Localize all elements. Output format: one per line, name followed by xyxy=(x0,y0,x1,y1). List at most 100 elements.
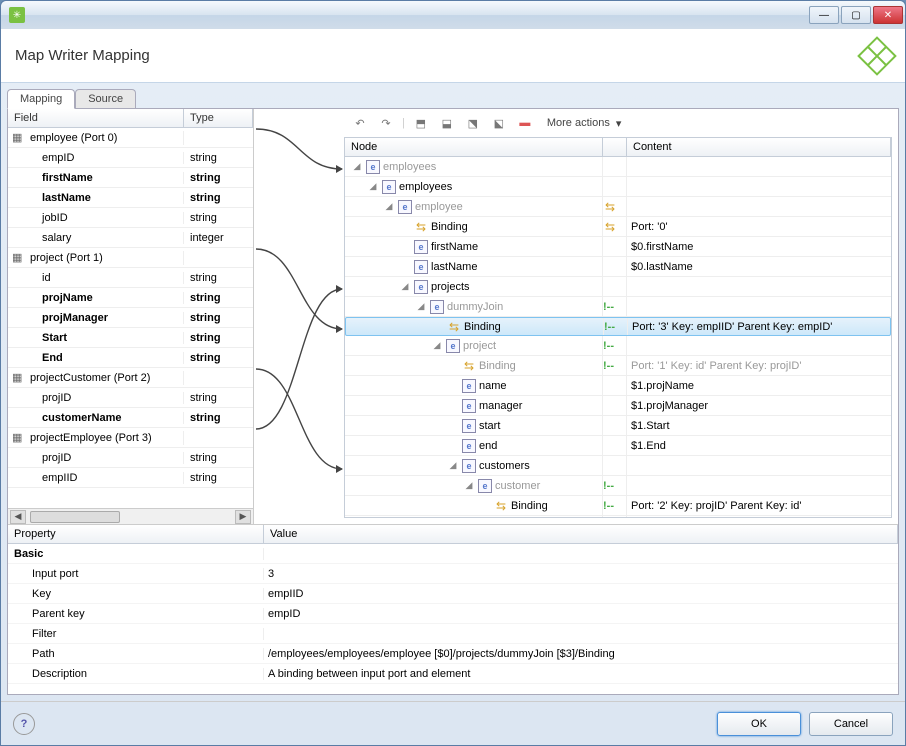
col-property[interactable]: Property xyxy=(8,525,264,543)
prop-row[interactable]: DescriptionA binding between input port … xyxy=(8,664,898,684)
add-child-icon[interactable]: ⬒ xyxy=(411,113,431,133)
col-content[interactable]: Content xyxy=(627,138,891,156)
port-row[interactable]: ▦projectCustomer (Port 2) xyxy=(8,368,253,388)
tree-twisty-icon[interactable]: ◢ xyxy=(351,161,363,172)
field-label: projID xyxy=(42,452,71,464)
field-row[interactable]: customerNamestring xyxy=(8,408,253,428)
field-row[interactable]: lastNamestring xyxy=(8,188,253,208)
add-binding-icon[interactable]: ⬔ xyxy=(463,113,483,133)
tree-twisty-icon[interactable]: ◢ xyxy=(463,480,475,491)
field-label: id xyxy=(42,272,51,284)
node-label: manager xyxy=(479,400,522,412)
field-row[interactable]: Startstring xyxy=(8,328,253,348)
field-type: string xyxy=(184,332,221,344)
add-attr-icon[interactable]: ⬕ xyxy=(489,113,509,133)
tree-pane: ↶ ↷ | ⬒ ⬓ ⬔ ⬕ ▬ More actions ▾ xyxy=(344,109,898,524)
tree-row[interactable]: estart$1.Start xyxy=(345,416,891,436)
tree-row[interactable]: ◢ecustomers xyxy=(345,456,891,476)
field-row[interactable]: projNamestring xyxy=(8,288,253,308)
field-row[interactable]: jobIDstring xyxy=(8,208,253,228)
prop-label: Parent key xyxy=(8,608,264,620)
node-label: employee xyxy=(415,201,463,213)
more-actions-menu[interactable]: More actions ▾ xyxy=(541,117,628,130)
warning-icon: !-- xyxy=(603,340,614,352)
port-row[interactable]: ▦project (Port 1) xyxy=(8,248,253,268)
ok-button[interactable]: OK xyxy=(717,712,801,736)
node-label: name xyxy=(479,380,507,392)
col-type[interactable]: Type xyxy=(184,109,253,127)
titlebar[interactable]: ✳ — ▢ ✕ xyxy=(1,1,905,29)
node-content: $1.End xyxy=(627,440,891,452)
warning-icon: !-- xyxy=(603,301,614,313)
tree-row[interactable]: ◢edummyJoin!-- xyxy=(345,297,891,317)
element-icon: e xyxy=(462,419,476,433)
add-sibling-icon[interactable]: ⬓ xyxy=(437,113,457,133)
prop-row[interactable]: Filter xyxy=(8,624,898,644)
undo-icon[interactable]: ↶ xyxy=(350,113,370,133)
tree-row[interactable]: ⇆Binding!--Port: '3' Key: empIID' Parent… xyxy=(345,317,891,336)
field-row[interactable]: projIDstring xyxy=(8,448,253,468)
tree-row[interactable]: eend$1.End xyxy=(345,436,891,456)
tree-row[interactable]: ◢eemployees xyxy=(345,177,891,197)
tree-row[interactable]: ◢ecustomer!-- xyxy=(345,476,891,496)
prop-row[interactable]: Path/employees/employees/employee [$0]/p… xyxy=(8,644,898,664)
tree-row[interactable]: ⇆Binding!--Port: '2' Key: projID' Parent… xyxy=(345,496,891,516)
tree-row[interactable]: ⇆Binding⇆Port: '0' xyxy=(345,217,891,237)
prop-row[interactable]: Input port3 xyxy=(8,564,898,584)
field-type: string xyxy=(184,152,217,164)
tree-row[interactable]: ◢eproject!-- xyxy=(345,336,891,356)
h-scrollbar[interactable]: ◀ ▶ xyxy=(8,508,253,524)
field-row[interactable]: idstring xyxy=(8,268,253,288)
prop-row[interactable]: KeyempIID xyxy=(8,584,898,604)
tree-twisty-icon[interactable]: ◢ xyxy=(431,340,443,351)
maximize-button[interactable]: ▢ xyxy=(841,6,871,24)
tree-row[interactable]: ◢eemployee⇆ xyxy=(345,197,891,217)
port-row[interactable]: ▦employee (Port 0) xyxy=(8,128,253,148)
tree-row[interactable]: ◢eemployees xyxy=(345,157,891,177)
element-icon: e xyxy=(398,200,412,214)
remove-icon[interactable]: ▬ xyxy=(515,113,535,133)
warning-icon: !-- xyxy=(604,321,615,333)
prop-label: Description xyxy=(8,668,264,680)
col-value[interactable]: Value xyxy=(264,525,898,543)
tree-twisty-icon[interactable]: ◢ xyxy=(447,460,459,471)
field-row[interactable]: projIDstring xyxy=(8,388,253,408)
field-row[interactable]: projManagerstring xyxy=(8,308,253,328)
tree-row[interactable]: ⇆Binding!--Port: '1' Key: id' Parent Key… xyxy=(345,356,891,376)
binding-icon: ⇆ xyxy=(462,359,476,373)
scroll-thumb[interactable] xyxy=(30,511,120,523)
tab-mapping[interactable]: Mapping xyxy=(7,89,75,109)
redo-icon[interactable]: ↷ xyxy=(376,113,396,133)
tab-source[interactable]: Source xyxy=(75,89,136,109)
field-type: string xyxy=(184,472,217,484)
cancel-button[interactable]: Cancel xyxy=(809,712,893,736)
field-type: string xyxy=(184,412,221,424)
scroll-right-icon[interactable]: ▶ xyxy=(235,510,251,524)
tree-twisty-icon[interactable]: ◢ xyxy=(383,201,395,212)
tree-twisty-icon[interactable]: ◢ xyxy=(399,281,411,292)
port-row[interactable]: ▦projectEmployee (Port 3) xyxy=(8,428,253,448)
field-row[interactable]: salaryinteger xyxy=(8,228,253,248)
tree-row[interactable]: emanager$1.projManager xyxy=(345,396,891,416)
col-field[interactable]: Field xyxy=(8,109,184,127)
field-row[interactable]: Endstring xyxy=(8,348,253,368)
field-row[interactable]: firstNamestring xyxy=(8,168,253,188)
tree-twisty-icon[interactable]: ◢ xyxy=(367,181,379,192)
tree-row[interactable]: ename$1.projName xyxy=(345,376,891,396)
minimize-button[interactable]: — xyxy=(809,6,839,24)
dialog-window: ✳ — ▢ ✕ Map Writer Mapping Mapping Sourc… xyxy=(0,0,906,746)
scroll-left-icon[interactable]: ◀ xyxy=(10,510,26,524)
tree-row[interactable]: elastName$0.lastName xyxy=(345,257,891,277)
prop-row[interactable]: Parent keyempID xyxy=(8,604,898,624)
field-row[interactable]: empIDstring xyxy=(8,148,253,168)
tree-twisty-icon[interactable]: ◢ xyxy=(415,301,427,312)
field-row[interactable]: empIIDstring xyxy=(8,468,253,488)
col-node[interactable]: Node xyxy=(345,138,603,156)
tree-row[interactable]: efirstName$0.firstName xyxy=(345,237,891,257)
tree-row[interactable]: ◢eprojects xyxy=(345,277,891,297)
node-label: employees xyxy=(383,161,436,173)
close-button[interactable]: ✕ xyxy=(873,6,903,24)
tree-row[interactable]: Text node$2.customerName xyxy=(345,516,891,517)
dialog-footer: ? OK Cancel xyxy=(1,701,905,745)
help-icon[interactable]: ? xyxy=(13,713,35,735)
